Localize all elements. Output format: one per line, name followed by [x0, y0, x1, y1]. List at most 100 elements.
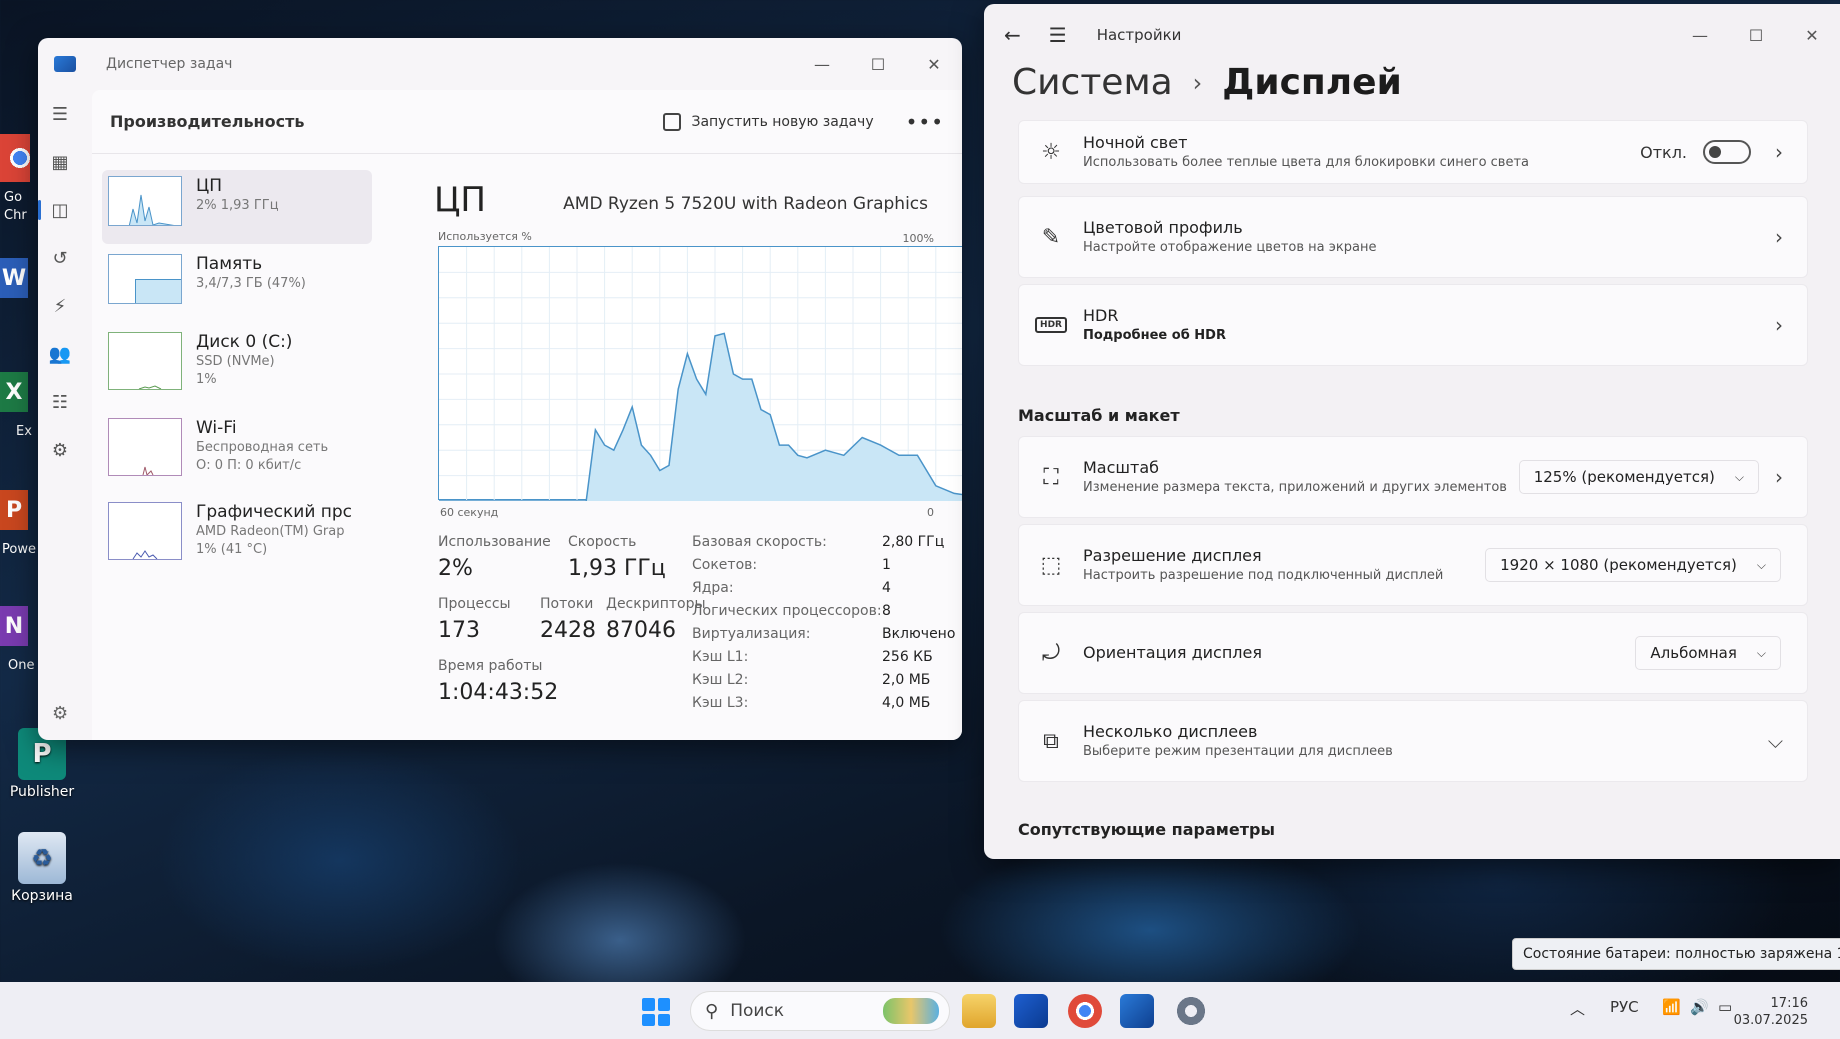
clock-date: 03.07.2025 — [1733, 1013, 1808, 1028]
desktop-label-powe: Powe — [2, 542, 36, 557]
spec-key: Базовая скорость: — [692, 534, 827, 550]
chevron-down-icon[interactable]: ⌵ — [1768, 729, 1783, 753]
spec-value: 4,0 МБ — [882, 695, 931, 711]
services-nav-icon[interactable]: ⚙ — [38, 426, 82, 474]
spec-key: Сокетов: — [692, 557, 758, 573]
battery-icon[interactable]: ▭ — [1718, 998, 1732, 1016]
recycle-bin-icon: ♻ — [18, 832, 66, 884]
run-task-icon — [663, 112, 682, 131]
resource-item-gpu[interactable]: Графический прс AMD Radeon(TM) Grap 1% (… — [102, 496, 372, 576]
chevron-right-icon[interactable]: › — [1775, 225, 1783, 249]
spec-value: 256 КБ — [882, 649, 933, 665]
minimize-button[interactable]: — — [1672, 26, 1728, 45]
chevron-up-icon[interactable]: ︿ — [1570, 998, 1585, 1019]
hamburger-menu-icon[interactable]: ☰ — [1049, 23, 1067, 47]
color-profile-card[interactable]: ✎ Цветовой профиль Настройте отображение… — [1018, 196, 1808, 278]
scale-title: Масштаб — [1083, 458, 1160, 477]
chevron-right-icon[interactable]: › — [1775, 140, 1783, 164]
chevron-down-icon: ⌵ — [1734, 469, 1744, 484]
resource-name: ЦП — [196, 176, 222, 196]
resource-sub: 1% — [196, 372, 217, 387]
processes-value: 173 — [438, 618, 480, 643]
threads-label: Потоки — [540, 596, 594, 612]
desktop-icon-onenote[interactable]: N — [0, 606, 28, 646]
performance-nav-icon[interactable]: ◫ — [38, 186, 82, 234]
resolution-icon: ⬚ — [1040, 552, 1062, 578]
window-title: Диспетчер задач — [106, 56, 233, 72]
chart-ymax-label: 100% — [902, 232, 934, 245]
desktop-icon-word[interactable]: W — [0, 258, 28, 298]
related-section-heading: Сопутствующие параметры — [1018, 820, 1275, 839]
details-nav-icon[interactable]: ☷ — [38, 378, 82, 426]
night-light-toggle[interactable] — [1703, 140, 1751, 164]
desktop-label-ex: Ex — [16, 424, 32, 439]
search-icon: ⚲ — [705, 1000, 719, 1022]
more-options-button[interactable]: ••• — [906, 110, 944, 134]
language-indicator[interactable]: РУС — [1610, 998, 1639, 1016]
taskbar: ⚲ Поиск ︿ РУС 📶 🔊 ▭ 17:16 03.07.2025 — [0, 982, 1840, 1039]
settings-window: ← ☰ Настройки — ☐ ✕ Система › Дисплей ☼ … — [984, 4, 1840, 859]
chevron-right-icon[interactable]: › — [1775, 313, 1783, 337]
night-light-title: Ночной свет — [1083, 133, 1188, 152]
color-profile-sub: Настройте отображение цветов на экране — [1083, 240, 1377, 255]
gpu-thumbnail — [108, 502, 182, 560]
task-manager-titlebar[interactable]: Диспетчер задач — ☐ ✕ — [38, 38, 962, 90]
breadcrumb-parent[interactable]: Система — [1012, 62, 1173, 103]
resolution-card[interactable]: ⬚ Разрешение дисплея Настроить разрешени… — [1018, 524, 1808, 606]
resolution-dropdown[interactable]: 1920 × 1080 (рекомендуется) ⌵ — [1485, 548, 1781, 582]
chart-ylabel: Используется % — [438, 230, 532, 243]
maximize-button[interactable]: ☐ — [850, 55, 906, 74]
minimize-button[interactable]: — — [794, 55, 850, 74]
hdr-link[interactable]: Подробнее об HDR — [1083, 327, 1226, 345]
cpu-usage-chart — [438, 246, 962, 502]
resource-item-wifi[interactable]: Wi-Fi Беспроводная сеть О: 0 П: 0 кбит/с — [102, 412, 372, 492]
night-light-card[interactable]: ☼ Ночной свет Использовать более теплые … — [1018, 120, 1808, 184]
chevron-right-icon[interactable]: › — [1775, 465, 1783, 489]
desktop-icon-excel[interactable]: X — [0, 372, 28, 412]
desktop-icon-chrome[interactable] — [0, 134, 30, 182]
resource-sub: SSD (NVMe) — [196, 354, 275, 369]
orientation-dropdown[interactable]: Альбомная ⌵ — [1635, 636, 1781, 670]
processes-nav-icon[interactable]: ▦ — [38, 138, 82, 186]
scale-card[interactable]: ⛶ Масштаб Изменение размера текста, прил… — [1018, 436, 1808, 518]
settings-gear-icon[interactable]: ⚙ — [52, 703, 68, 724]
scale-dropdown[interactable]: 125% (рекомендуется) ⌵ — [1518, 460, 1759, 494]
app-history-nav-icon[interactable]: ↺ — [38, 234, 82, 282]
spec-value: Включено — [882, 626, 956, 642]
chrome-icon[interactable] — [1068, 994, 1102, 1028]
taskbar-search[interactable]: ⚲ Поиск — [690, 991, 950, 1031]
system-clock[interactable]: 17:16 03.07.2025 — [1734, 995, 1808, 1029]
task-manager-icon[interactable] — [1120, 994, 1154, 1028]
chevron-right-icon: › — [1192, 68, 1203, 97]
file-explorer-icon[interactable] — [962, 994, 996, 1028]
multiple-displays-card[interactable]: ⧉ Несколько дисплеев Выберите режим през… — [1018, 700, 1808, 782]
resource-item-disk[interactable]: Диск 0 (C:) SSD (NVMe) 1% — [102, 326, 372, 408]
desktop-icon-powerpoint[interactable]: P — [0, 490, 28, 530]
run-new-task-button[interactable]: Запустить новую задачу — [663, 112, 874, 131]
resource-item-cpu[interactable]: ЦП 2% 1,93 ГГц — [102, 170, 372, 244]
wifi-icon[interactable]: 📶 — [1662, 998, 1681, 1016]
desktop-icon-label: Publisher — [9, 784, 75, 800]
volume-icon[interactable]: 🔊 — [1690, 998, 1709, 1016]
desktop-icon-recycle-bin[interactable]: ♻ Корзина — [6, 832, 78, 904]
task-manager-window: Диспетчер задач — ☐ ✕ ☰ ▦ ◫ ↺ ⚡ 👥 ☷ ⚙ ⚙ … — [38, 38, 962, 740]
maximize-button[interactable]: ☐ — [1728, 26, 1784, 45]
clock-time: 17:16 — [1770, 996, 1808, 1011]
start-button[interactable] — [642, 998, 670, 1026]
hdr-card[interactable]: HDR HDR Подробнее об HDR › — [1018, 284, 1808, 366]
resource-sub: 3,4/7,3 ГБ (47%) — [196, 276, 306, 291]
back-arrow-icon[interactable]: ← — [1004, 23, 1021, 47]
spec-key: Ядра: — [692, 580, 734, 596]
hamburger-menu-icon[interactable]: ☰ — [38, 90, 82, 138]
settings-gear-icon[interactable] — [1174, 994, 1208, 1028]
scale-section-heading: Масштаб и макет — [1018, 406, 1180, 425]
microsoft-store-icon[interactable] — [1014, 994, 1048, 1028]
handles-label: Дескрипторы — [606, 596, 706, 612]
orientation-card[interactable]: ⤾ Ориентация дисплея Альбомная ⌵ — [1018, 612, 1808, 694]
close-button[interactable]: ✕ — [1784, 26, 1840, 45]
settings-titlebar[interactable]: ← ☰ Настройки — ☐ ✕ — [984, 4, 1840, 66]
resource-item-memory[interactable]: Память 3,4/7,3 ГБ (47%) — [102, 248, 372, 322]
users-nav-icon[interactable]: 👥 — [38, 330, 82, 378]
close-button[interactable]: ✕ — [906, 55, 962, 74]
startup-apps-nav-icon[interactable]: ⚡ — [38, 282, 82, 330]
